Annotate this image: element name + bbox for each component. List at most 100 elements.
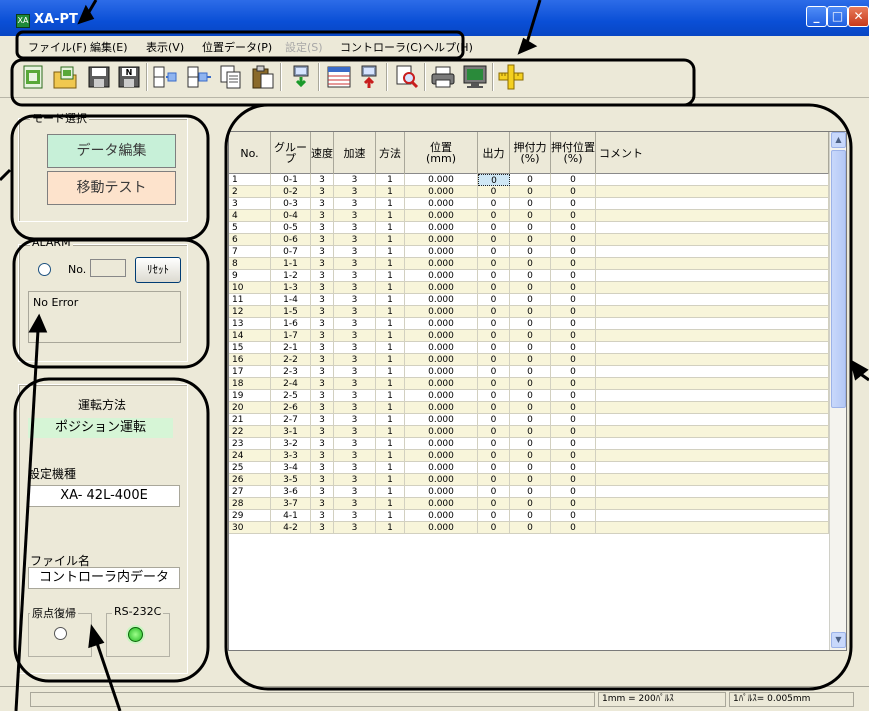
cell-push-force[interactable]: 0 <box>510 246 551 258</box>
cell-push-position[interactable]: 0 <box>551 438 596 450</box>
cell-comment[interactable] <box>596 210 829 222</box>
cell-output[interactable]: 0 <box>478 258 510 270</box>
cell-group[interactable]: 3-4 <box>271 462 311 474</box>
cell-speed[interactable]: 3 <box>311 402 334 414</box>
table-row[interactable]: 20 2-6 3 3 1 0.000 0 0 0 <box>229 402 829 414</box>
cell-method[interactable]: 1 <box>376 366 405 378</box>
column-header-output[interactable]: 出力 <box>478 132 510 174</box>
cell-speed[interactable]: 3 <box>311 510 334 522</box>
cell-no[interactable]: 12 <box>229 306 271 318</box>
cell-no[interactable]: 1 <box>229 174 271 186</box>
cell-push-position[interactable]: 0 <box>551 426 596 438</box>
cell-push-position[interactable]: 0 <box>551 258 596 270</box>
cell-push-position[interactable]: 0 <box>551 486 596 498</box>
open-folder-icon[interactable] <box>52 64 78 90</box>
cell-no[interactable]: 21 <box>229 414 271 426</box>
cell-group[interactable]: 0-4 <box>271 210 311 222</box>
cell-group[interactable]: 2-3 <box>271 366 311 378</box>
cell-push-force[interactable]: 0 <box>510 498 551 510</box>
append-row-icon[interactable] <box>186 64 212 90</box>
cell-output[interactable]: 0 <box>478 198 510 210</box>
scroll-up-button[interactable]: ▲ <box>831 132 846 148</box>
cell-push-position[interactable]: 0 <box>551 402 596 414</box>
table-row[interactable]: 8 1-1 3 3 1 0.000 0 0 0 <box>229 258 829 270</box>
cell-method[interactable]: 1 <box>376 378 405 390</box>
column-header-push-position[interactable]: 押付位置 (%) <box>551 132 596 174</box>
cell-comment[interactable] <box>596 258 829 270</box>
cell-push-force[interactable]: 0 <box>510 222 551 234</box>
cell-method[interactable]: 1 <box>376 234 405 246</box>
cell-speed[interactable]: 3 <box>311 498 334 510</box>
cell-group[interactable]: 3-2 <box>271 438 311 450</box>
cell-push-position[interactable]: 0 <box>551 294 596 306</box>
cell-position[interactable]: 0.000 <box>405 210 478 222</box>
data-edit-button[interactable]: データ編集 <box>47 134 176 168</box>
move-test-button[interactable]: 移動テスト <box>47 171 176 205</box>
cell-comment[interactable] <box>596 390 829 402</box>
download-icon[interactable] <box>288 64 314 90</box>
table-row[interactable]: 7 0-7 3 3 1 0.000 0 0 0 <box>229 246 829 258</box>
cell-accel[interactable]: 3 <box>334 366 376 378</box>
cell-push-position[interactable]: 0 <box>551 186 596 198</box>
cell-group[interactable]: 1-5 <box>271 306 311 318</box>
table-row[interactable]: 12 1-5 3 3 1 0.000 0 0 0 <box>229 306 829 318</box>
cell-accel[interactable]: 3 <box>334 270 376 282</box>
cell-comment[interactable] <box>596 270 829 282</box>
cell-position[interactable]: 0.000 <box>405 378 478 390</box>
cell-group[interactable]: 4-2 <box>271 522 311 534</box>
cell-output[interactable]: 0 <box>478 438 510 450</box>
cell-no[interactable]: 13 <box>229 318 271 330</box>
cell-position[interactable]: 0.000 <box>405 354 478 366</box>
cell-group[interactable]: 0-6 <box>271 234 311 246</box>
cell-group[interactable]: 2-5 <box>271 390 311 402</box>
table-row[interactable]: 16 2-2 3 3 1 0.000 0 0 0 <box>229 354 829 366</box>
cell-comment[interactable] <box>596 414 829 426</box>
cell-group[interactable]: 0-7 <box>271 246 311 258</box>
cell-no[interactable]: 16 <box>229 354 271 366</box>
cell-output[interactable]: 0 <box>478 366 510 378</box>
cell-push-position[interactable]: 0 <box>551 522 596 534</box>
cell-method[interactable]: 1 <box>376 354 405 366</box>
cell-group[interactable]: 0-2 <box>271 186 311 198</box>
cell-comment[interactable] <box>596 402 829 414</box>
cell-push-position[interactable]: 0 <box>551 234 596 246</box>
cell-push-force[interactable]: 0 <box>510 198 551 210</box>
cell-output[interactable]: 0 <box>478 210 510 222</box>
table-row[interactable]: 15 2-1 3 3 1 0.000 0 0 0 <box>229 342 829 354</box>
cell-method[interactable]: 1 <box>376 246 405 258</box>
cell-accel[interactable]: 3 <box>334 282 376 294</box>
cell-push-force[interactable]: 0 <box>510 354 551 366</box>
column-header-method[interactable]: 方法 <box>376 132 405 174</box>
cell-push-force[interactable]: 0 <box>510 342 551 354</box>
cell-comment[interactable] <box>596 246 829 258</box>
menu-file[interactable]: ファイル(F) <box>28 39 87 55</box>
cell-no[interactable]: 29 <box>229 510 271 522</box>
cell-push-force[interactable]: 0 <box>510 186 551 198</box>
cell-output[interactable]: 0 <box>478 510 510 522</box>
cell-speed[interactable]: 3 <box>311 390 334 402</box>
cell-group[interactable]: 3-3 <box>271 450 311 462</box>
cell-comment[interactable] <box>596 366 829 378</box>
cell-position[interactable]: 0.000 <box>405 270 478 282</box>
cell-push-force[interactable]: 0 <box>510 234 551 246</box>
cell-comment[interactable] <box>596 498 829 510</box>
cell-group[interactable]: 2-4 <box>271 378 311 390</box>
table-row[interactable]: 28 3-7 3 3 1 0.000 0 0 0 <box>229 498 829 510</box>
cell-position[interactable]: 0.000 <box>405 318 478 330</box>
cell-push-position[interactable]: 0 <box>551 378 596 390</box>
cell-push-position[interactable]: 0 <box>551 246 596 258</box>
cell-position[interactable]: 0.000 <box>405 474 478 486</box>
cell-position[interactable]: 0.000 <box>405 234 478 246</box>
cell-no[interactable]: 15 <box>229 342 271 354</box>
cell-output[interactable]: 0 <box>478 330 510 342</box>
cell-speed[interactable]: 3 <box>311 378 334 390</box>
cell-speed[interactable]: 3 <box>311 222 334 234</box>
cell-accel[interactable]: 3 <box>334 306 376 318</box>
cell-comment[interactable] <box>596 330 829 342</box>
cell-no[interactable]: 9 <box>229 270 271 282</box>
cell-accel[interactable]: 3 <box>334 318 376 330</box>
cell-push-position[interactable]: 0 <box>551 222 596 234</box>
cell-comment[interactable] <box>596 426 829 438</box>
cell-method[interactable]: 1 <box>376 402 405 414</box>
table-row[interactable]: 25 3-4 3 3 1 0.000 0 0 0 <box>229 462 829 474</box>
